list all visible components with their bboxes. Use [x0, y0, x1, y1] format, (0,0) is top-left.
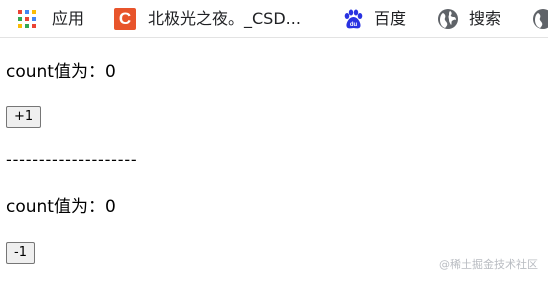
- divider-text: --------------------: [6, 150, 138, 169]
- bookmark-overflow[interactable]: [532, 0, 548, 38]
- svg-text:du: du: [350, 22, 358, 28]
- bookmark-csdn-label: 北极光之夜。_CSD...: [148, 8, 301, 28]
- bookmark-search[interactable]: 搜索: [437, 0, 501, 38]
- increment-button[interactable]: +1: [6, 106, 42, 128]
- bookmark-apps[interactable]: 应用: [18, 0, 84, 38]
- bookmark-apps-label: 应用: [52, 8, 85, 28]
- baidu-paw-icon: du: [342, 8, 364, 30]
- apps-grid-icon: [18, 9, 36, 28]
- decrement-button[interactable]: -1: [6, 242, 35, 264]
- globe-icon-partial: [532, 8, 548, 30]
- bookmark-search-label: 搜索: [469, 8, 502, 28]
- second-count-text: count值为：0: [6, 197, 116, 217]
- bookmark-baidu[interactable]: du 百度: [342, 0, 406, 38]
- first-count-text: count值为：0: [6, 62, 116, 82]
- globe-icon: [437, 8, 459, 30]
- watermark-text: @稀土掘金技术社区: [439, 258, 538, 271]
- bookmarks-bar: 应用 C 北极光之夜。_CSD... du 百度 搜索: [0, 0, 548, 38]
- csdn-logo-icon: C: [114, 7, 136, 30]
- bookmark-csdn[interactable]: C 北极光之夜。_CSD...: [114, 0, 301, 38]
- bookmark-baidu-label: 百度: [374, 8, 407, 28]
